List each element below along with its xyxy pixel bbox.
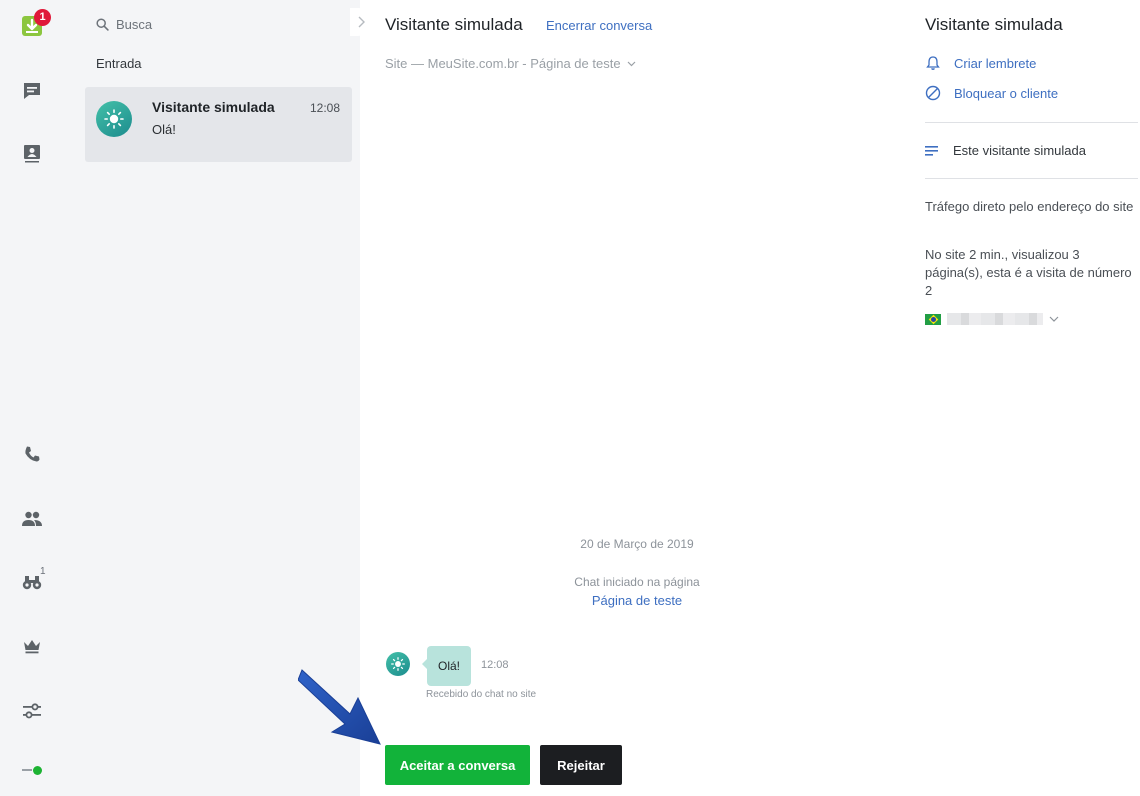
monitoring-count: 1 xyxy=(40,566,46,577)
people-icon xyxy=(22,511,42,526)
pointer-arrow-icon xyxy=(298,669,381,745)
sun-icon xyxy=(391,657,405,671)
chat-started-label: Chat iniciado na página xyxy=(574,575,700,589)
create-reminder-action[interactable]: Criar lembrete xyxy=(925,55,1036,71)
visitor-info-title: Visitante simulada xyxy=(925,15,1063,34)
chat-visitor-name: Visitante simulada xyxy=(152,99,275,115)
sun-icon xyxy=(104,109,124,129)
inbox-section-label: Entrada xyxy=(96,56,142,71)
visitor-note-label: Este visitante simulada xyxy=(953,143,1086,158)
team-nav-button[interactable] xyxy=(18,505,46,533)
visit-stats-text: No site 2 min., visualizou 3 página(s), … xyxy=(925,247,1132,298)
visitor-location-dropdown[interactable] xyxy=(925,313,1059,325)
visitor-note[interactable]: Este visitante simulada xyxy=(925,143,1086,158)
notes-icon xyxy=(925,145,938,156)
chats-nav-button[interactable] xyxy=(18,77,46,105)
status-line xyxy=(22,769,32,771)
redacted-location xyxy=(947,313,1043,325)
online-status-indicator[interactable] xyxy=(33,766,42,775)
crown-icon xyxy=(24,640,40,654)
visitor-avatar xyxy=(96,101,132,137)
message-time: 12:08 xyxy=(481,659,509,671)
chat-icon xyxy=(24,83,40,99)
start-page-link[interactable]: Página de teste xyxy=(360,593,914,608)
settings-nav-button[interactable] xyxy=(18,697,46,725)
message-bubble: Olá! xyxy=(422,646,471,686)
visitor-card-icon xyxy=(24,145,40,163)
visitors-nav-button[interactable] xyxy=(18,140,46,168)
search-icon xyxy=(96,17,109,31)
search-placeholder: Busca xyxy=(116,16,153,32)
left-nav-rail: 1 1 xyxy=(0,0,72,796)
calls-nav-button[interactable] xyxy=(18,440,46,468)
conversation-title: Visitante simulada xyxy=(385,15,523,34)
brazil-flag-icon xyxy=(925,313,941,325)
premium-nav-button[interactable] xyxy=(18,632,46,660)
phone-icon xyxy=(25,446,40,462)
traffic-source-text: Tráfego direto pelo endereço do site xyxy=(925,199,1134,214)
chevron-down-icon xyxy=(627,61,635,66)
accept-chat-button[interactable]: Aceitar a conversa xyxy=(385,745,530,785)
chat-list-item[interactable]: Visitante simulada 12:08 Olá! xyxy=(85,87,352,162)
inbox-badge: 1 xyxy=(34,9,51,26)
divider xyxy=(925,122,1138,123)
chevron-right-icon xyxy=(358,16,365,28)
sliders-icon xyxy=(23,703,41,719)
binoculars-icon xyxy=(22,576,42,590)
block-client-label: Bloquear o cliente xyxy=(954,85,1059,101)
bell-icon xyxy=(926,56,940,70)
site-page-label: Site — MeuSite.com.br - Página de teste xyxy=(385,56,621,71)
reject-chat-button[interactable]: Rejeitar xyxy=(540,745,622,785)
search-input[interactable]: Busca xyxy=(96,14,346,34)
message-caption: Recebido do chat no site xyxy=(426,689,537,700)
collapse-list-button[interactable] xyxy=(350,8,372,36)
chat-time: 12:08 xyxy=(309,101,340,115)
create-reminder-label: Criar lembrete xyxy=(954,55,1037,71)
chat-preview: Olá! xyxy=(152,122,176,137)
site-page-dropdown[interactable]: Site — MeuSite.com.br - Página de teste xyxy=(385,56,636,71)
block-client-action[interactable]: Bloquear o cliente xyxy=(925,85,1058,101)
end-chat-link[interactable]: Encerrar conversa xyxy=(546,18,652,33)
chevron-down-icon xyxy=(1049,316,1059,322)
date-separator: 20 de Março de 2019 xyxy=(580,537,694,551)
message-avatar xyxy=(386,652,410,676)
divider xyxy=(925,178,1138,179)
block-icon xyxy=(925,85,941,101)
